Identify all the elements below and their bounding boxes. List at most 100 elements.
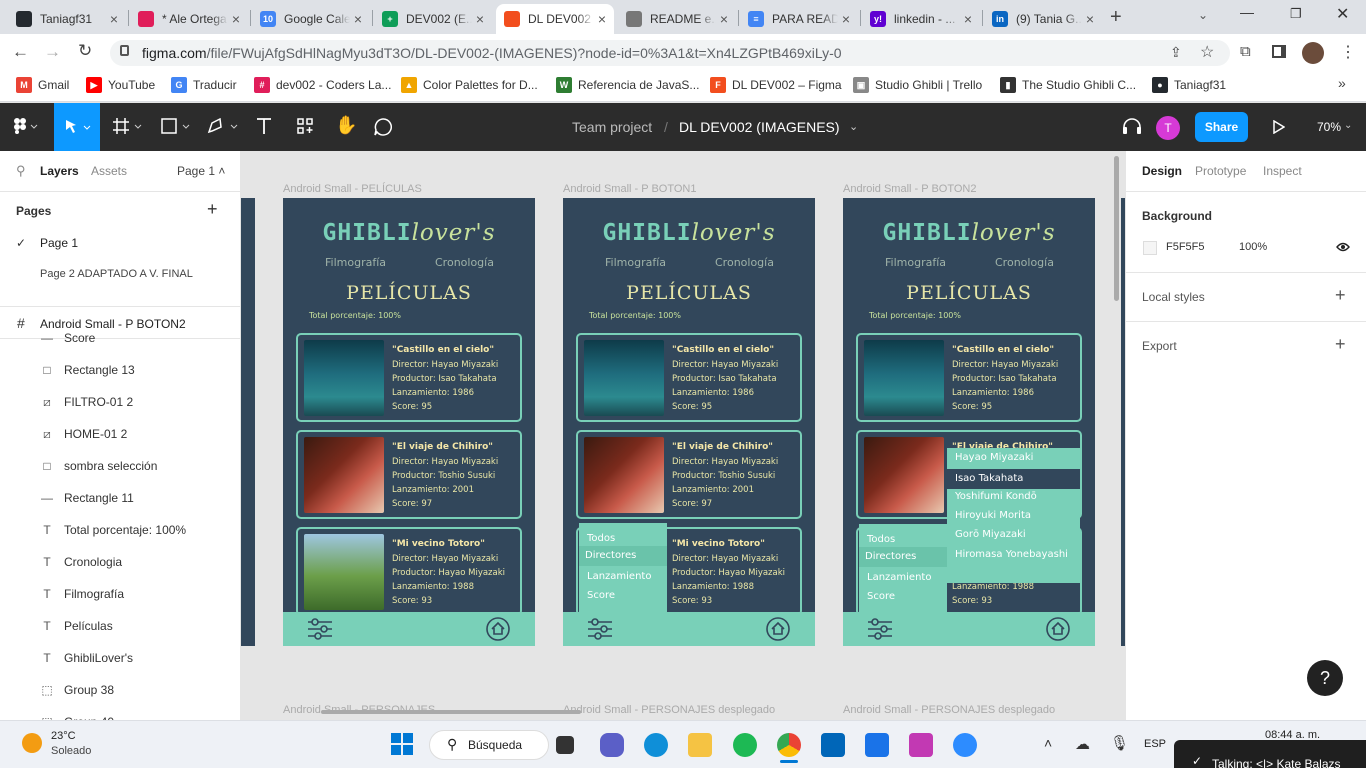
filter-option[interactable]: Lanzamiento [867, 572, 931, 583]
browser-tab[interactable]: DL DEV002 × [496, 4, 614, 34]
bookmark-item[interactable]: G Traducir [171, 75, 237, 95]
close-tab-icon[interactable]: × [354, 11, 362, 27]
reload-icon[interactable]: ↻ [78, 41, 92, 61]
page-item-1[interactable]: Page 1 [40, 236, 78, 250]
filter-option[interactable]: Score [867, 591, 895, 602]
snipping-tool-icon[interactable] [909, 733, 933, 757]
help-button[interactable]: ? [1307, 660, 1343, 696]
movie-card[interactable]: "Castillo en el cielo" Director: Hayao Mi… [576, 333, 802, 422]
horizontal-scrollbar[interactable] [321, 710, 581, 714]
nav-filmografia[interactable]: Filmografía [885, 256, 946, 269]
minimize-button[interactable]: — [1240, 4, 1254, 20]
bookmark-item[interactable]: W Referencia de JavaS... [556, 75, 699, 95]
share-page-icon[interactable]: ⇪ [1170, 44, 1182, 61]
shape-tool-icon[interactable] [161, 118, 191, 134]
lock-icon[interactable] [120, 45, 129, 56]
audio-headphones-icon[interactable] [1122, 117, 1142, 135]
close-tab-icon[interactable]: × [110, 11, 118, 27]
home-icon[interactable] [485, 616, 511, 646]
task-view-icon[interactable] [556, 736, 574, 754]
browser-tab[interactable]: * Ale Ortega × [130, 4, 248, 34]
home-icon[interactable] [1045, 616, 1071, 646]
page-item-2[interactable]: Page 2 ADAPTADO A V. FINAL [40, 268, 193, 280]
new-tab-button[interactable]: + [1110, 6, 1122, 29]
zoom-app-icon[interactable] [953, 733, 977, 757]
browser-menu-icon[interactable]: ⋮ [1340, 42, 1356, 62]
close-tab-icon[interactable]: × [476, 11, 484, 27]
tab-prototype[interactable]: Prototype [1195, 164, 1246, 178]
layer-row[interactable]: ⧄ HOME-01 2 [0, 418, 240, 450]
background-hex[interactable]: F5F5F5 [1166, 241, 1205, 253]
edge-icon[interactable] [644, 733, 668, 757]
movie-card[interactable]: "El viaje de Chihiro" Director: Hayao Miy… [576, 430, 802, 519]
tab-search-icon[interactable]: ⌄ [1198, 8, 1208, 22]
close-window-button[interactable]: ✕ [1336, 4, 1349, 24]
onedrive-cloud-icon[interactable]: ☁ [1075, 735, 1090, 753]
share-button[interactable]: Share [1195, 112, 1248, 142]
teams-chat-icon[interactable] [600, 733, 624, 757]
nav-cronologia[interactable]: Cronología [995, 256, 1054, 269]
zoom-chevron-icon[interactable]: ⌄ [1344, 120, 1352, 131]
page-selector[interactable]: Page 1 ˄ [177, 164, 225, 178]
nav-cronologia[interactable]: Cronología [435, 256, 494, 269]
director-option[interactable]: Yoshifumi Kondō [955, 491, 1037, 502]
tab-layers[interactable]: Layers [40, 164, 79, 178]
close-tab-icon[interactable]: × [720, 11, 728, 27]
bookmark-item[interactable]: ▲ Color Palettes for D... [401, 75, 538, 95]
user-avatar[interactable]: T [1156, 116, 1180, 140]
frame-label[interactable]: Android Small - PERSONAJES desplegado [563, 704, 775, 716]
hand-tool-icon[interactable]: ✋ [335, 115, 357, 136]
tray-chevron-icon[interactable]: ˄ [1044, 735, 1052, 751]
figma-canvas[interactable]: Android Small - PELÍCULAS GHIBLIlover's Fi… [241, 151, 1125, 720]
extensions-icon[interactable]: ⧉ [1240, 43, 1251, 60]
movie-card[interactable]: "Castillo en el cielo" Director: Hayao Mi… [856, 333, 1082, 422]
nav-cronologia[interactable]: Cronología [715, 256, 774, 269]
background-swatch[interactable] [1143, 241, 1157, 255]
filter-option[interactable]: Todos [867, 534, 895, 545]
text-tool-icon[interactable] [256, 117, 272, 135]
frame-label[interactable]: Android Small - P BOTON2 [843, 183, 976, 195]
layer-row[interactable]: T Cronologia [0, 546, 240, 578]
resources-icon[interactable] [297, 118, 313, 134]
browser-tab[interactable]: Taniagf31 × [8, 4, 126, 34]
present-play-icon[interactable] [1273, 120, 1285, 134]
filter-sliders-icon[interactable] [867, 617, 893, 645]
frame-label[interactable]: Android Small - PELÍCULAS [283, 183, 422, 195]
filter-sliders-icon[interactable] [587, 617, 613, 645]
file-menu-chevron-icon[interactable]: ⌄ [849, 120, 858, 133]
file-explorer-icon[interactable] [688, 733, 712, 757]
browser-tab[interactable]: + DEV002 (E... × [374, 4, 492, 34]
layer-row[interactable]: ⧄ FILTRO-01 2 [0, 386, 240, 418]
app-frame[interactable]: GHIBLIlover's Filmografía Cronología PELÍCU… [563, 198, 815, 646]
director-option[interactable]: Gorō Miyazaki [955, 529, 1026, 540]
close-tab-icon[interactable]: × [964, 11, 972, 27]
frame-label[interactable]: Android Small - P BOTON1 [563, 183, 696, 195]
back-icon[interactable]: ← [12, 42, 29, 62]
layer-row[interactable]: T GhibliLover's [0, 642, 240, 674]
home-icon[interactable] [765, 616, 791, 646]
forward-icon[interactable]: → [44, 42, 61, 62]
breadcrumb-team[interactable]: Team project [572, 119, 652, 135]
filter-option[interactable]: Lanzamiento [587, 571, 651, 582]
bookmark-item[interactable]: F DL DEV002 – Figma [710, 75, 842, 95]
comment-tool-icon[interactable] [374, 118, 392, 136]
chrome-icon[interactable] [777, 733, 801, 757]
bookmark-item[interactable]: ▣ Studio Ghibli | Trello [853, 75, 982, 95]
movie-card[interactable]: "Mi vecino Totoro" Director: Hayao Miyaza… [296, 527, 522, 616]
layer-row[interactable]: T Total porcentaje: 100% [0, 514, 240, 546]
layer-row[interactable]: □ Rectangle 13 [0, 354, 240, 386]
browser-tab[interactable]: ≡ PARA READ × [740, 4, 858, 34]
vertical-scrollbar[interactable] [1114, 156, 1119, 301]
tab-assets[interactable]: Assets [91, 164, 127, 178]
language-indicator[interactable]: ESP [1144, 738, 1166, 750]
filter-option[interactable]: Directores [579, 546, 667, 566]
close-tab-icon[interactable]: × [598, 11, 606, 27]
tab-inspect[interactable]: Inspect [1263, 164, 1302, 178]
tab-design[interactable]: Design [1142, 164, 1182, 178]
filter-option[interactable]: Todos [587, 533, 615, 544]
weather-desc[interactable]: Soleado [51, 745, 91, 757]
figma-menu-icon[interactable] [13, 118, 39, 134]
layer-row[interactable]: T Películas [0, 610, 240, 642]
bookmark-item[interactable]: ▮ The Studio Ghibli C... [1000, 75, 1136, 95]
layer-row[interactable]: — Score [0, 322, 240, 354]
